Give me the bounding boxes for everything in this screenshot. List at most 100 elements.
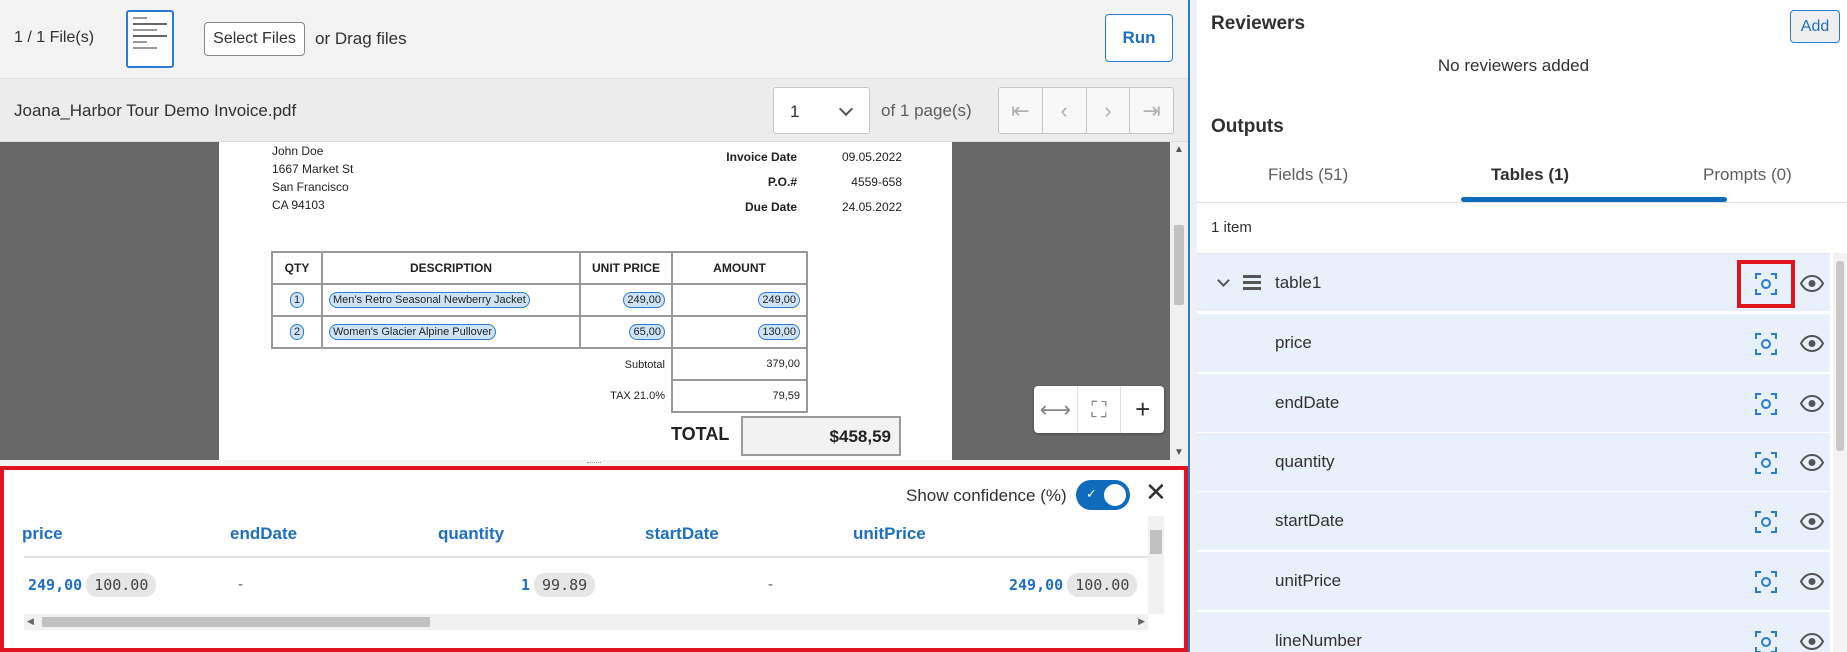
- column-header-enddate[interactable]: endDate: [230, 524, 297, 544]
- show-confidence-label: Show confidence (%): [906, 486, 1067, 505]
- document-viewer[interactable]: John Doe 1667 Market St San Francisco CA…: [0, 142, 1188, 460]
- eye-icon[interactable]: [1800, 513, 1824, 530]
- column-header-price[interactable]: price: [22, 524, 63, 544]
- tab-fields[interactable]: Fields (51): [1268, 165, 1348, 185]
- locate-icon[interactable]: [1755, 393, 1777, 415]
- scroll-up-icon[interactable]: ▲: [1174, 144, 1184, 155]
- outputs-scrollbar[interactable]: [1833, 253, 1847, 652]
- fit-width-icon[interactable]: ⟷: [1034, 386, 1078, 433]
- outputs-title: Outputs: [1211, 116, 1284, 137]
- previous-page-icon[interactable]: ‹: [1043, 88, 1087, 133]
- page-navigation: ⇤ ‹ › ⇥: [998, 87, 1174, 134]
- file-toolbar: 1 / 1 File(s) Select Files or Drag files…: [0, 0, 1188, 79]
- tab-prompts[interactable]: Prompts (0): [1703, 165, 1792, 185]
- first-page-icon[interactable]: ⇤: [999, 88, 1043, 133]
- locate-icon[interactable]: [1755, 631, 1777, 652]
- chevron-down-icon: [838, 101, 854, 117]
- field-item-startdate[interactable]: startDate: [1197, 492, 1830, 551]
- cell-enddate[interactable]: -: [238, 576, 243, 593]
- eye-icon[interactable]: [1800, 335, 1824, 352]
- cell-price[interactable]: 249,00 100.00: [28, 573, 157, 597]
- cell-startdate[interactable]: -: [768, 576, 773, 593]
- column-header-quantity[interactable]: quantity: [438, 524, 504, 544]
- cell-value: 1: [521, 576, 531, 594]
- file-thumbnail[interactable]: [126, 10, 174, 68]
- invoice-line-items: QTY DESCRIPTION UNIT PRICE AMOUNT 1 Men'…: [271, 251, 808, 413]
- page-count-label: of 1 page(s): [881, 101, 972, 120]
- cell-quantity[interactable]: 1 99.89: [521, 573, 596, 597]
- app-window: 1 / 1 File(s) Select Files or Drag files…: [0, 0, 1847, 652]
- tab-tables[interactable]: Tables (1): [1491, 165, 1569, 185]
- outputs-pane: Reviewers Add No reviewers added Outputs…: [1197, 0, 1847, 652]
- detected-value[interactable]: 249,00: [623, 292, 665, 308]
- field-item-price[interactable]: price: [1197, 314, 1830, 373]
- cell-value: 249,00: [28, 576, 83, 594]
- chevron-down-icon[interactable]: [1217, 274, 1230, 287]
- pane-divider[interactable]: [1188, 0, 1197, 652]
- detected-value[interactable]: 2: [289, 324, 305, 340]
- cell-value: 249,00: [1009, 576, 1064, 594]
- viewer-scrollbar[interactable]: ▲ ▼: [1170, 142, 1188, 460]
- run-button[interactable]: Run: [1105, 14, 1173, 62]
- column-header: AMOUNT: [671, 251, 808, 285]
- confidence-badge: 100.00: [1067, 573, 1138, 597]
- eye-icon[interactable]: [1800, 633, 1824, 650]
- show-confidence-toggle[interactable]: ✓: [1076, 480, 1130, 510]
- subtotal-value: 379,00: [671, 347, 808, 381]
- table-row: 1 Men's Retro Seasonal Newberry Jacket 2…: [271, 283, 808, 317]
- detected-value[interactable]: Men's Retro Seasonal Newberry Jacket: [329, 292, 530, 308]
- column-header: DESCRIPTION: [321, 251, 581, 285]
- locate-icon[interactable]: [1755, 273, 1777, 295]
- item-count: 1 item: [1211, 219, 1252, 236]
- field-name: unitPrice: [1275, 571, 1342, 590]
- select-files-button[interactable]: Select Files: [204, 22, 305, 56]
- total-label: TOTAL: [671, 424, 730, 444]
- field-item-linenumber[interactable]: lineNumber: [1197, 612, 1830, 652]
- detected-value[interactable]: 130,00: [758, 324, 800, 340]
- locate-icon[interactable]: [1755, 511, 1777, 533]
- column-header: QTY: [271, 251, 323, 285]
- results-horizontal-scrollbar[interactable]: ◀ ▶: [24, 614, 1148, 630]
- table-name: table1: [1275, 273, 1322, 292]
- field-item-quantity[interactable]: quantity: [1197, 433, 1830, 492]
- eye-icon[interactable]: [1800, 454, 1824, 471]
- eye-icon[interactable]: [1800, 395, 1824, 412]
- document-file-name: Joana_Harbor Tour Demo Invoice.pdf: [14, 101, 297, 120]
- extracted-table-panel: Show confidence (%) ✓ ✕ price endDate qu…: [0, 466, 1188, 652]
- confidence-badge: 99.89: [534, 573, 596, 597]
- column-header: UNIT PRICE: [579, 251, 673, 285]
- fit-page-icon[interactable]: ⛶: [1078, 386, 1122, 433]
- column-header-startdate[interactable]: startDate: [645, 524, 719, 544]
- next-page-icon[interactable]: ›: [1087, 88, 1131, 133]
- detected-value[interactable]: 249,00: [758, 292, 800, 308]
- scroll-down-icon[interactable]: ▼: [1174, 447, 1184, 458]
- column-header-unitprice[interactable]: unitPrice: [853, 524, 926, 544]
- customer-address: John Doe 1667 Market St San Francisco CA…: [272, 142, 353, 214]
- total-value: $458,59: [741, 416, 901, 456]
- field-name: quantity: [1275, 452, 1335, 471]
- no-reviewers-message: No reviewers added: [1437, 56, 1590, 75]
- meta-value: 09.05.2022: [841, 150, 902, 164]
- cell-unitprice[interactable]: 249,00 100.00: [1009, 573, 1138, 597]
- last-page-icon[interactable]: ⇥: [1130, 88, 1173, 133]
- table-item-table1[interactable]: table1: [1197, 253, 1830, 312]
- field-item-enddate[interactable]: endDate: [1197, 374, 1830, 433]
- close-icon[interactable]: ✕: [1145, 479, 1167, 505]
- detected-value[interactable]: Women's Glacier Alpine Pullover: [329, 324, 497, 340]
- eye-icon[interactable]: [1800, 573, 1824, 590]
- locate-icon[interactable]: [1755, 333, 1777, 355]
- results-vertical-scrollbar[interactable]: [1148, 516, 1164, 614]
- meta-value: 24.05.2022: [841, 200, 902, 214]
- detected-value[interactable]: 65,00: [629, 324, 665, 340]
- locate-icon[interactable]: [1755, 571, 1777, 593]
- detected-value[interactable]: 1: [289, 292, 305, 308]
- locate-icon[interactable]: [1755, 452, 1777, 474]
- eye-icon[interactable]: [1800, 275, 1824, 292]
- field-item-unitprice[interactable]: unitPrice: [1197, 552, 1830, 611]
- page-number-select[interactable]: 1: [773, 87, 870, 134]
- confidence-badge: 100.00: [86, 573, 157, 597]
- add-reviewer-button[interactable]: Add: [1790, 10, 1840, 43]
- zoom-in-icon[interactable]: +: [1121, 386, 1164, 433]
- table-row: 2 Women's Glacier Alpine Pullover 65,00 …: [271, 315, 808, 349]
- meta-label: Due Date: [744, 200, 797, 214]
